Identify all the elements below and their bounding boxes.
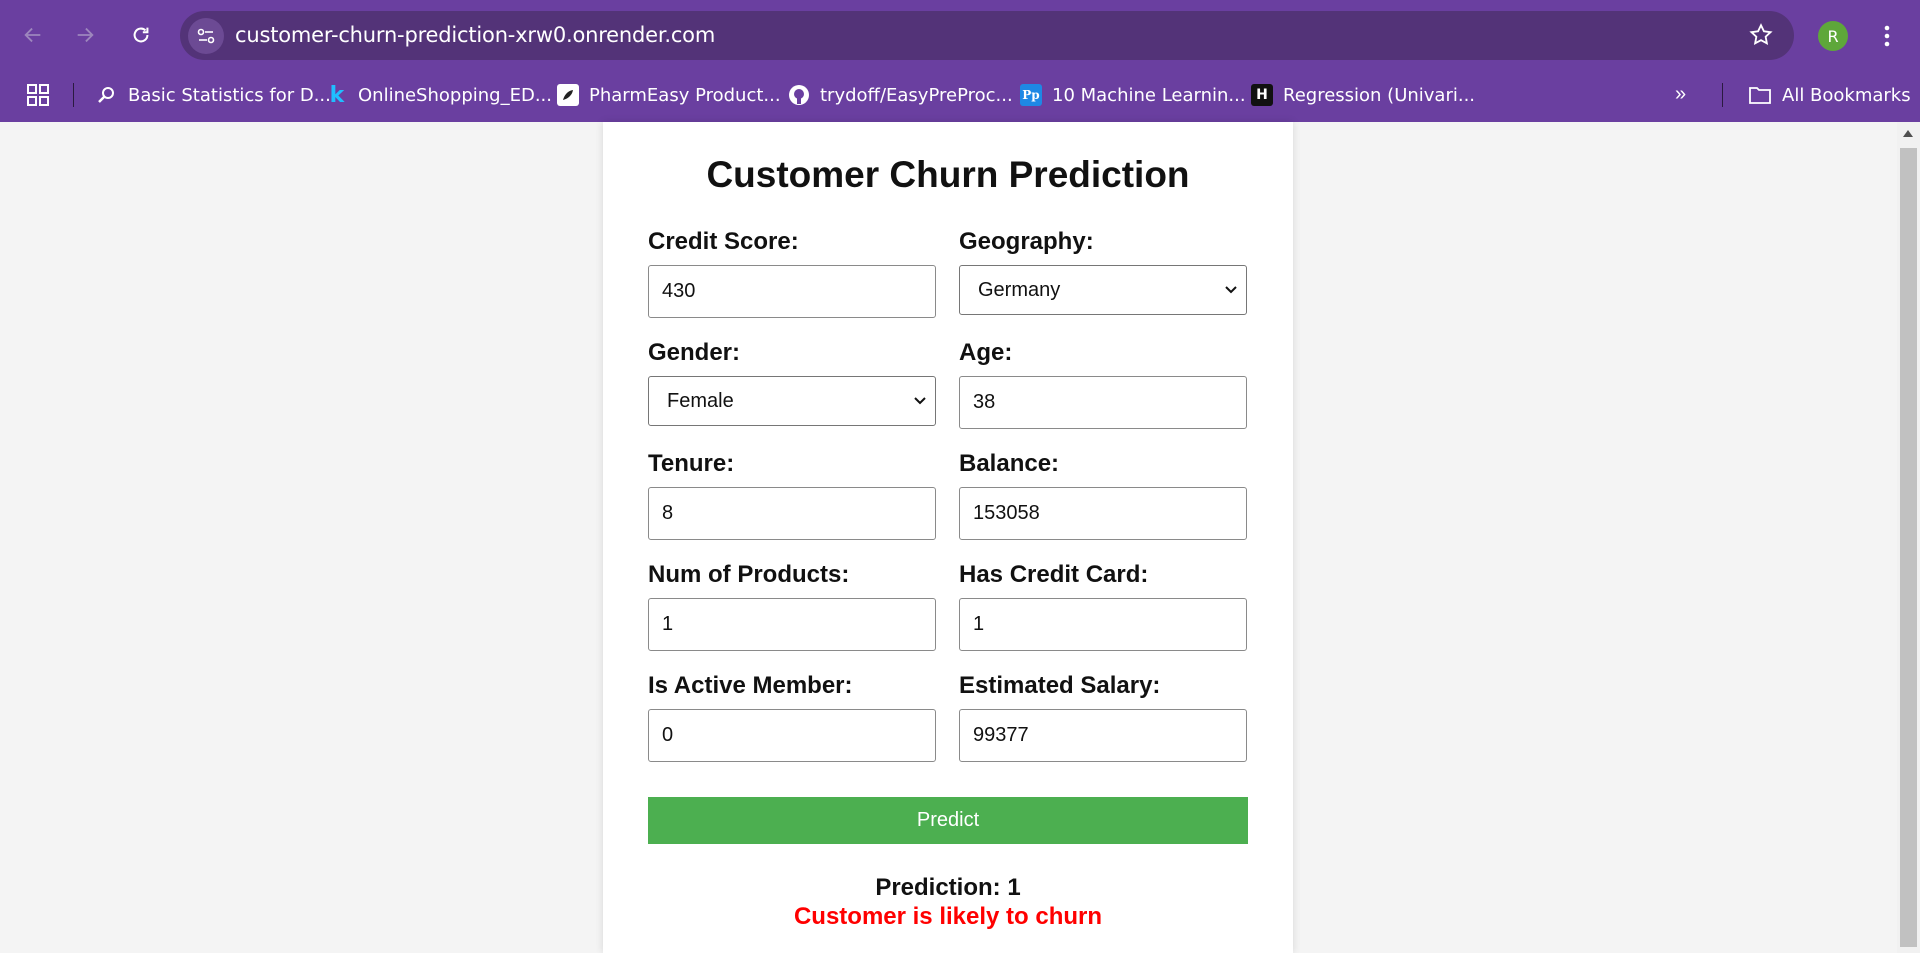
- bookmark-label: Regression (Univari...: [1283, 84, 1476, 106]
- bookmark-item[interactable]: Basic Statistics for D...: [96, 80, 331, 110]
- forward-button[interactable]: [67, 17, 103, 53]
- prediction-value: Prediction: 1: [875, 874, 1021, 901]
- browser-menu-button[interactable]: [1870, 19, 1904, 53]
- num-products-label: Num of Products:: [648, 561, 850, 588]
- has-credit-card-input[interactable]: 1: [959, 598, 1247, 651]
- predict-button[interactable]: Predict: [648, 797, 1248, 844]
- apps-grid-icon[interactable]: [24, 81, 52, 109]
- num-products-group: Num of Products: 1: [648, 561, 936, 651]
- scrollbar-thumb[interactable]: [1900, 148, 1917, 947]
- tenure-input[interactable]: 8: [648, 487, 936, 540]
- gender-value: Female: [667, 389, 734, 412]
- bookmark-item[interactable]: H Regression (Univari...: [1251, 80, 1475, 110]
- kaggle-icon: k: [329, 82, 345, 108]
- bookmark-label: OnlineShopping_ED...: [358, 84, 552, 106]
- gender-group: Gender: Female: [648, 339, 936, 426]
- h-icon: H: [1251, 84, 1273, 106]
- back-button[interactable]: [15, 17, 51, 53]
- bookmark-label: 10 Machine Learnin...: [1052, 84, 1246, 106]
- github-icon: [788, 84, 810, 106]
- arrow-right-icon: [77, 27, 94, 43]
- prediction-result: Prediction: 1 Customer is likely to chur…: [603, 874, 1293, 931]
- address-bar[interactable]: customer-churn-prediction-xrw0.onrender.…: [180, 11, 1794, 60]
- chevron-down-icon: [914, 397, 926, 405]
- credit-score-label: Credit Score:: [648, 228, 799, 255]
- bookmarks-divider: [73, 83, 74, 107]
- geography-label: Geography:: [959, 228, 1094, 255]
- bookmark-item[interactable]: k OnlineShopping_ED...: [326, 80, 552, 110]
- pp-icon: Pp: [1020, 84, 1042, 106]
- bookmarks-divider: [1722, 83, 1723, 107]
- num-products-input[interactable]: 1: [648, 598, 936, 651]
- bookmarks-bar: Basic Statistics for D... k OnlineShoppi…: [0, 70, 1920, 122]
- prediction-message: Customer is likely to churn: [793, 903, 1103, 930]
- browser-toolbar: customer-churn-prediction-xrw0.onrender.…: [0, 0, 1920, 70]
- credit-score-group: Credit Score: 430: [648, 228, 936, 318]
- age-input[interactable]: 38: [959, 376, 1247, 429]
- has-credit-card-group: Has Credit Card: 1: [959, 561, 1247, 651]
- is-active-member-label: Is Active Member:: [648, 672, 853, 699]
- more-vert-icon: [1884, 25, 1890, 47]
- page-viewport: Customer Churn Prediction Credit Score: …: [0, 122, 1897, 953]
- is-active-member-input[interactable]: 0: [648, 709, 936, 762]
- estimated-salary-group: Estimated Salary: 99377: [959, 672, 1247, 762]
- balance-input[interactable]: 153058: [959, 487, 1247, 540]
- browser-chrome: customer-churn-prediction-xrw0.onrender.…: [0, 0, 1920, 122]
- has-credit-card-label: Has Credit Card:: [959, 561, 1149, 588]
- star-icon[interactable]: [1748, 22, 1774, 48]
- bookmark-item[interactable]: Pp 10 Machine Learnin...: [1020, 80, 1246, 110]
- rocket-icon: [557, 84, 579, 106]
- magnifier-icon: [96, 84, 118, 106]
- reload-icon: [133, 27, 149, 43]
- bookmark-item[interactable]: trydoff/EasyPreProc...: [788, 80, 1013, 110]
- all-bookmarks-button[interactable]: All Bookmarks: [1748, 80, 1911, 110]
- age-label: Age:: [959, 339, 1013, 366]
- age-group: Age: 38: [959, 339, 1247, 429]
- form-card: Customer Churn Prediction Credit Score: …: [603, 122, 1293, 953]
- reload-button[interactable]: [123, 17, 159, 53]
- bookmark-item[interactable]: PharmEasy Product...: [557, 80, 781, 110]
- bookmark-label: PharmEasy Product...: [589, 84, 781, 106]
- arrow-left-icon: [24, 27, 41, 43]
- folder-icon: [1749, 87, 1771, 104]
- page-title: Customer Churn Prediction: [706, 154, 1190, 195]
- geography-select[interactable]: Germany: [959, 265, 1247, 315]
- site-info-button[interactable]: [188, 18, 224, 54]
- chevron-down-icon: [1225, 286, 1237, 294]
- url-text: customer-churn-prediction-xrw0.onrender.…: [235, 23, 716, 47]
- geography-group: Geography: Germany: [959, 228, 1247, 315]
- estimated-salary-label: Estimated Salary:: [959, 672, 1161, 699]
- bookmark-label: Basic Statistics for D...: [128, 84, 331, 106]
- credit-score-input[interactable]: 430: [648, 265, 936, 318]
- tenure-group: Tenure: 8: [648, 450, 936, 540]
- gender-label: Gender:: [648, 339, 741, 366]
- gender-select[interactable]: Female: [648, 376, 936, 426]
- geography-value: Germany: [978, 278, 1061, 301]
- is-active-member-group: Is Active Member: 0: [648, 672, 936, 762]
- chevron-double-right-icon[interactable]: »: [1675, 83, 1686, 106]
- all-bookmarks-label: All Bookmarks: [1782, 84, 1911, 106]
- estimated-salary-input[interactable]: 99377: [959, 709, 1247, 762]
- balance-group: Balance: 153058: [959, 450, 1247, 540]
- bookmark-label: trydoff/EasyPreProc...: [820, 84, 1013, 106]
- profile-avatar[interactable]: R: [1818, 21, 1848, 51]
- scroll-up-arrow-icon[interactable]: [1903, 130, 1913, 137]
- tenure-label: Tenure:: [648, 450, 735, 477]
- page-scrollbar[interactable]: [1897, 122, 1920, 953]
- balance-label: Balance:: [959, 450, 1060, 477]
- tune-icon: [197, 28, 215, 44]
